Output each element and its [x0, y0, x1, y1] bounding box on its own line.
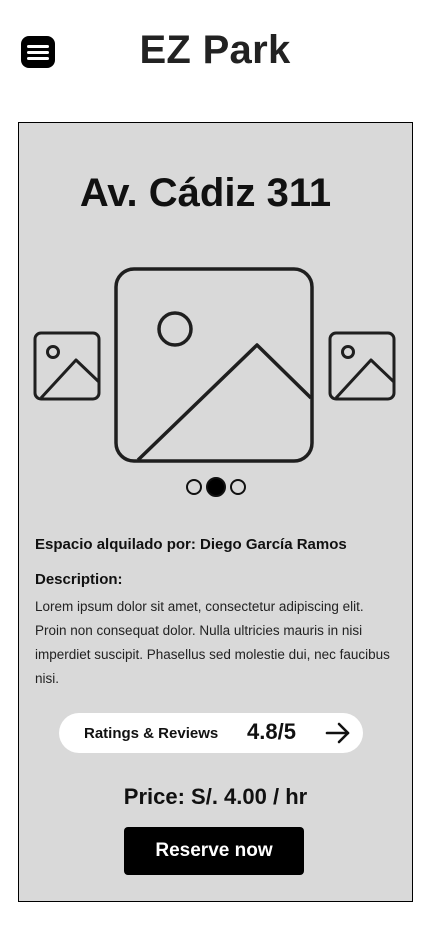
description-text: Lorem ipsum dolor sit amet, consectetur …: [35, 599, 390, 686]
app-title: EZ Park: [139, 28, 291, 72]
image-placeholder-icon[interactable]: [114, 267, 314, 463]
gallery-dot-2-active[interactable]: [205, 477, 226, 497]
owner-info: Espacio alquilado por: Diego García Ramo…: [35, 536, 347, 553]
ratings-label: Ratings & Reviews: [84, 725, 219, 742]
image-gallery[interactable]: [19, 265, 412, 465]
arrow-right-icon[interactable]: [325, 722, 351, 744]
listing-address: Av. Cádiz 311: [79, 171, 332, 215]
gallery-dot-3[interactable]: [229, 479, 246, 495]
parking-listing-card: Av. Cádiz 311 Espacio alquilado por: Die…: [18, 122, 413, 902]
price-per-hour: Price: S/. 4.00 / hr: [123, 784, 308, 809]
image-placeholder-icon[interactable]: [33, 331, 101, 401]
description-label: Description:: [35, 571, 123, 588]
ratings-value: 4.8/5: [247, 719, 296, 744]
gallery-dot-1[interactable]: [185, 479, 202, 495]
ratings-reviews-button[interactable]: Ratings & Reviews 4.8/5: [59, 713, 363, 753]
app-header: EZ Park: [0, 0, 430, 100]
image-placeholder-icon[interactable]: [328, 331, 396, 401]
reserve-now-button[interactable]: Reserve now: [124, 827, 304, 875]
gallery-pagination: [19, 477, 412, 497]
